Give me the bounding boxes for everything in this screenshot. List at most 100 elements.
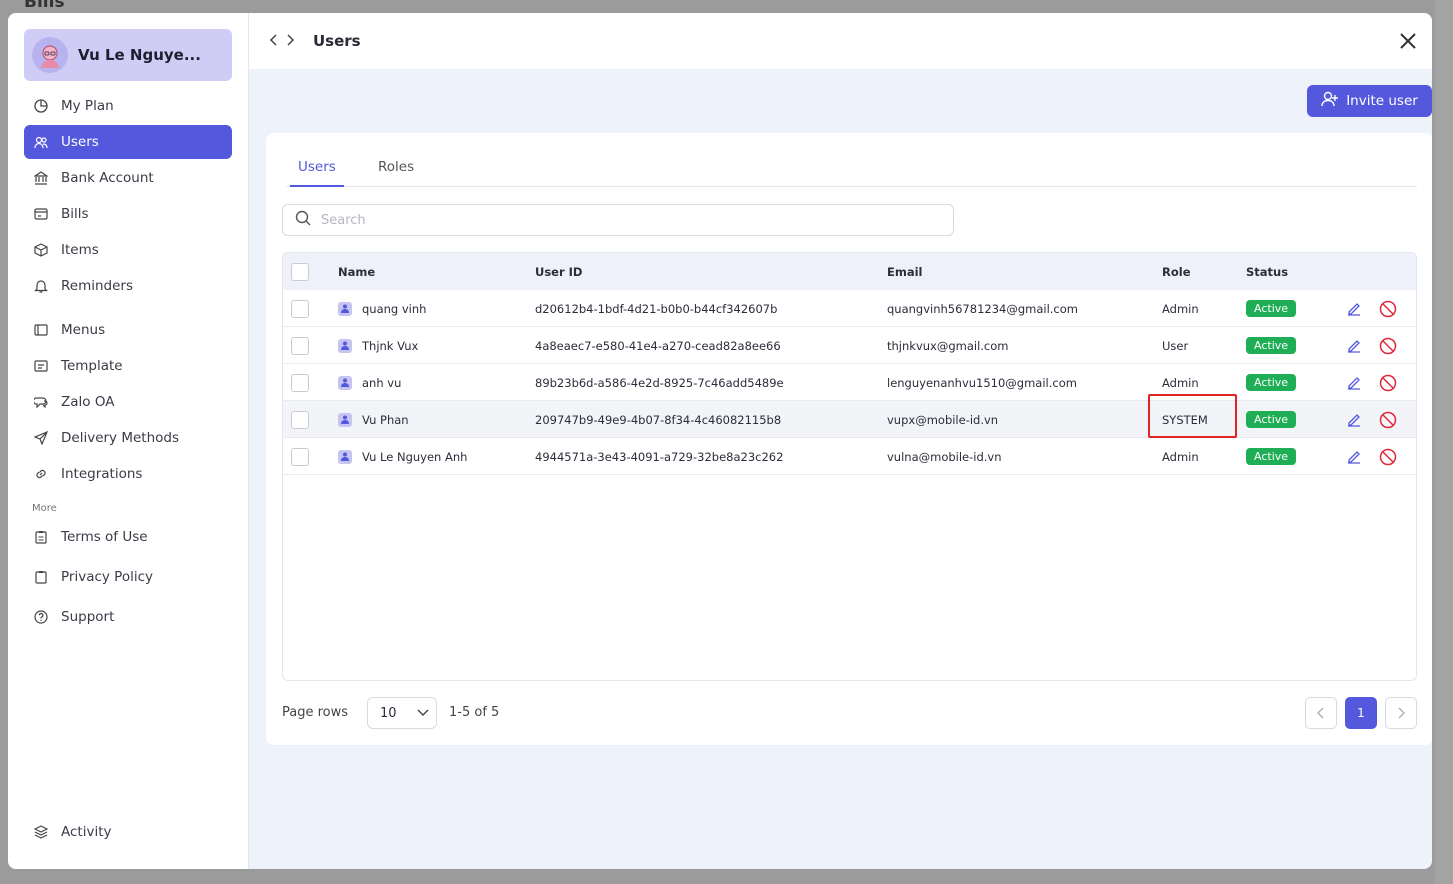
user-icon [338,375,352,390]
sidebar-item-items[interactable]: Items [24,233,232,267]
tab-roles[interactable]: Roles [378,159,414,187]
next-page-button[interactable] [1385,697,1417,729]
main-content: Users Invite user Users Roles Search Nam… [249,13,1432,869]
close-icon[interactable] [1398,31,1418,51]
table-row[interactable]: Vu Phan 209747b9-49e9-4b07-8f34-4c460821… [283,401,1416,438]
block-icon[interactable] [1379,327,1397,364]
sidebar-section-more: More [32,503,57,514]
search-input[interactable]: Search [282,204,954,236]
status-badge: Active [1246,374,1297,391]
column-header-user-id[interactable]: User ID [535,253,582,290]
row-checkbox[interactable] [291,299,309,318]
profile-card[interactable]: Vu Le Nguye... [24,29,232,81]
sidebar-item-label: My Plan [61,98,114,114]
row-checkbox[interactable] [291,410,309,429]
sidebar-item-my-plan[interactable]: My Plan [24,89,232,123]
sidebar-item-delivery-methods[interactable]: Delivery Methods [24,421,232,455]
bill-icon [33,206,49,222]
table-row[interactable]: Thjnk Vux 4a8eaec7-e580-41e4-a270-cead82… [283,327,1416,364]
sidebar-item-label: Reminders [61,278,133,294]
table-row[interactable]: Vu Le Nguyen Anh 4944571a-3e43-4091-a729… [283,438,1416,475]
row-checkbox[interactable] [291,336,309,355]
send-icon [33,430,49,446]
page-button-current[interactable]: 1 [1345,697,1377,729]
menu-icon [33,322,49,338]
sidebar-item-label: Support [61,609,115,625]
row-checkbox[interactable] [291,373,309,392]
user-name: Thjnk Vux [362,338,419,353]
block-icon[interactable] [1379,290,1397,327]
user-id: 4a8eaec7-e580-41e4-a270-cead82a8ee66 [535,338,781,353]
sidebar-item-label: Users [61,134,99,150]
sidebar-item-zalo-oa[interactable]: Zalo OA [24,385,232,419]
sidebar-item-support[interactable]: Support [24,600,232,634]
invite-user-button[interactable]: Invite user [1307,85,1432,117]
sidebar-item-users[interactable]: Users [24,125,232,159]
page-rows-label: Page rows [282,705,349,720]
sidebar-item-template[interactable]: Template [24,349,232,383]
block-icon[interactable] [1379,401,1397,438]
help-icon [33,609,49,625]
sidebar-item-reminders[interactable]: Reminders [24,269,232,303]
status-badge: Active [1246,411,1297,428]
column-header-name[interactable]: Name [338,253,375,290]
table-row[interactable]: anh vu 89b23b6d-a586-4e2d-8925-7c46add54… [283,364,1416,401]
page-rows-select[interactable]: 10 [367,697,437,729]
user-icon [338,301,352,316]
edit-icon[interactable] [1346,290,1362,327]
user-email: thjnkvux@gmail.com [887,338,1009,353]
invite-user-label: Invite user [1346,93,1418,109]
sidebar-item-label: Menus [61,322,106,338]
forward-icon[interactable] [285,32,295,51]
select-all-checkbox[interactable] [291,262,309,281]
sidebar-item-bills[interactable]: Bills [24,197,232,231]
user-id: d20612b4-1bdf-4d21-b0b0-b44cf342607b [535,301,778,316]
user-email: vupx@mobile-id.vn [887,412,999,427]
block-icon[interactable] [1379,364,1397,401]
sidebar-item-label: Integrations [61,466,143,482]
background-strip [1435,0,1453,884]
bank-icon [33,170,49,186]
user-role: Admin [1162,449,1199,464]
sidebar-item-integrations[interactable]: Integrations [24,457,232,491]
search-icon [295,210,311,230]
user-role: Admin [1162,301,1199,316]
page-range: 1-5 of 5 [449,705,500,720]
bell-icon [33,278,49,294]
edit-icon[interactable] [1346,438,1362,475]
user-icon [338,338,352,353]
user-role: User [1162,338,1189,353]
user-email: vulna@mobile-id.vn [887,449,1002,464]
column-header-email[interactable]: Email [887,253,922,290]
user-icon [338,412,352,427]
sidebar-item-terms-of-use[interactable]: Terms of Use [24,520,232,554]
status-badge: Active [1246,448,1297,465]
edit-icon[interactable] [1346,364,1362,401]
template-icon [33,358,49,374]
table-row[interactable]: quang vinh d20612b4-1bdf-4d21-b0b0-b44cf… [283,290,1416,327]
edit-icon[interactable] [1346,401,1362,438]
settings-modal: Vu Le Nguye... My Plan Users Bank Accoun… [8,13,1432,869]
edit-icon[interactable] [1346,327,1362,364]
table-header: Name User ID Email Role Status [283,253,1416,290]
tab-users[interactable]: Users [290,159,344,187]
profile-name: Vu Le Nguye... [78,46,201,64]
column-header-role[interactable]: Role [1162,253,1191,290]
avatar [32,37,68,73]
back-icon[interactable] [269,32,279,51]
sidebar-item-privacy-policy[interactable]: Privacy Policy [24,560,232,594]
users-icon [33,134,49,150]
clipboard-icon [33,569,49,585]
user-email: lenguyenanhvu1510@gmail.com [887,375,1077,390]
tab-bar: Users Roles [286,133,1417,187]
row-checkbox[interactable] [291,447,309,466]
pie-chart-icon [33,98,49,114]
prev-page-button[interactable] [1305,697,1337,729]
sidebar-item-activity[interactable]: Activity [24,815,232,849]
status-badge: Active [1246,337,1297,354]
block-icon[interactable] [1379,438,1397,475]
sidebar-item-menus[interactable]: Menus [24,313,232,347]
sidebar-item-bank-account[interactable]: Bank Account [24,161,232,195]
clipboard-icon [33,529,49,545]
column-header-status[interactable]: Status [1246,253,1288,290]
